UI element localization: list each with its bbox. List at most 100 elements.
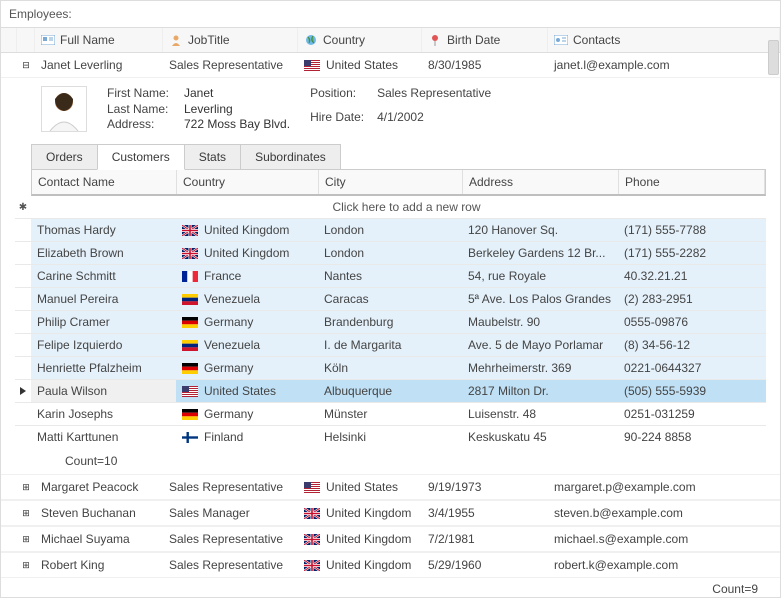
cell-contact: Matti Karttunen	[31, 426, 176, 448]
row-indicator	[15, 242, 31, 264]
col-jobtitle[interactable]: JobTitle	[163, 28, 298, 52]
sub-col-city[interactable]: City	[319, 170, 463, 194]
employee-photo	[41, 86, 87, 132]
cell-phone: (505) 555-5939	[618, 380, 766, 402]
row-indicator	[15, 265, 31, 287]
cell-jobtitle: Sales Representative	[163, 475, 298, 499]
cell-country: United Kingdom	[298, 501, 422, 525]
cell-jobtitle: Sales Representative	[163, 53, 298, 77]
employee-row[interactable]: ⊞Michael SuyamaSales RepresentativeUnite…	[1, 526, 780, 552]
de-flag-icon	[182, 317, 198, 328]
row-indicator	[15, 357, 31, 379]
tab-stats[interactable]: Stats	[184, 144, 241, 170]
employee-row[interactable]: ⊞Steven BuchananSales ManagerUnited King…	[1, 500, 780, 526]
cell-contacts: margaret.p@example.com	[548, 475, 780, 499]
title-label: Employees:	[1, 1, 780, 27]
detail-tabs: Orders Customers Stats Subordinates	[31, 144, 780, 170]
cell-city: Münster	[318, 403, 462, 425]
cell-contacts: steven.b@example.com	[548, 501, 780, 525]
cell-contacts: janet.l@example.com	[548, 53, 780, 77]
row-indicator	[15, 288, 31, 310]
cell-country: Germany	[176, 403, 318, 425]
us-flag-icon	[304, 482, 320, 493]
customer-row[interactable]: Thomas HardyUnited KingdomLondon120 Hano…	[15, 218, 766, 241]
expand-icon[interactable]: ⊞	[17, 482, 35, 493]
col-birthdate-label: Birth Date	[447, 33, 500, 47]
col-birthdate[interactable]: Birth Date	[422, 28, 548, 52]
cell-address: Keskuskatu 45	[462, 426, 618, 448]
cell-country: United Kingdom	[176, 242, 318, 264]
cell-contacts: robert.k@example.com	[548, 553, 780, 577]
lastname-value: Leverling	[184, 102, 290, 117]
collapse-icon[interactable]: ⊟	[17, 60, 35, 71]
customer-row[interactable]: Paula WilsonUnited StatesAlbuquerque2817…	[15, 379, 766, 402]
customer-row[interactable]: Elizabeth BrownUnited KingdomLondonBerke…	[15, 241, 766, 264]
sub-col-address[interactable]: Address	[463, 170, 619, 194]
employee-row-expanded[interactable]: ⊟ Janet Leverling Sales Representative U…	[1, 53, 780, 78]
customer-row[interactable]: Felipe IzquierdoVenezuelaI. de Margarita…	[15, 333, 766, 356]
customers-grid-header: Contact Name Country City Address Phone	[31, 169, 766, 196]
cell-birthdate: 7/2/1981	[422, 527, 548, 551]
sub-col-phone[interactable]: Phone	[619, 170, 765, 194]
cell-fullname: Robert King	[35, 553, 163, 577]
cell-phone: 0555-09876	[618, 311, 766, 333]
tab-subordinates[interactable]: Subordinates	[240, 144, 341, 170]
tab-customers[interactable]: Customers	[97, 144, 185, 170]
customer-row[interactable]: Matti KarttunenFinlandHelsinkiKeskuskatu…	[15, 425, 766, 448]
col-contacts[interactable]: Contacts	[548, 28, 780, 52]
cell-city: Caracas	[318, 288, 462, 310]
vertical-scrollbar[interactable]	[768, 40, 779, 75]
cell-contact: Paula Wilson	[31, 380, 176, 402]
customer-row[interactable]: Karin JosephsGermanyMünsterLuisenstr. 48…	[15, 402, 766, 425]
cell-jobtitle: Sales Representative	[163, 553, 298, 577]
cell-city: Helsinki	[318, 426, 462, 448]
cell-contact: Elizabeth Brown	[31, 242, 176, 264]
tab-orders[interactable]: Orders	[31, 144, 98, 170]
cell-address: Maubelstr. 90	[462, 311, 618, 333]
cell-country: Venezuela	[176, 334, 318, 356]
cell-city: I. de Margarita	[318, 334, 462, 356]
employee-row[interactable]: ⊞Margaret PeacockSales RepresentativeUni…	[1, 474, 780, 500]
cell-fullname: Michael Suyama	[35, 527, 163, 551]
sub-col-contact[interactable]: Contact Name	[32, 170, 177, 194]
uk-flag-icon	[304, 534, 320, 545]
cell-birthdate: 5/29/1960	[422, 553, 548, 577]
expand-icon[interactable]: ⊞	[17, 534, 35, 545]
col-country[interactable]: Country	[298, 28, 422, 52]
uk-flag-icon	[304, 560, 320, 571]
employee-row[interactable]: ⊞Robert KingSales RepresentativeUnited K…	[1, 552, 780, 578]
cell-fullname: Janet Leverling	[35, 53, 163, 77]
employee-count: Count=9	[1, 578, 780, 596]
fi-flag-icon	[182, 432, 198, 443]
cell-address: 5ª Ave. Los Palos Grandes	[462, 288, 618, 310]
cell-address: Mehrheimerstr. 369	[462, 357, 618, 379]
col-jobtitle-label: JobTitle	[188, 33, 230, 47]
cell-fullname: Margaret Peacock	[35, 475, 163, 499]
cell-city: London	[318, 219, 462, 241]
pin-icon	[428, 33, 442, 47]
col-contacts-label: Contacts	[573, 33, 620, 47]
customer-row[interactable]: Manuel PereiraVenezuelaCaracas5ª Ave. Lo…	[15, 287, 766, 310]
col-fullname[interactable]: Full Name	[35, 28, 163, 52]
sub-col-country[interactable]: Country	[177, 170, 319, 194]
address-label: Address:	[107, 117, 182, 132]
expand-icon[interactable]: ⊞	[17, 508, 35, 519]
cell-birthdate: 9/19/1973	[422, 475, 548, 499]
cell-address: Berkeley Gardens 12 Br...	[462, 242, 618, 264]
cell-contact: Henriette Pfalzheim	[31, 357, 176, 379]
globe-icon	[304, 33, 318, 47]
customer-row[interactable]: Philip CramerGermanyBrandenburgMaubelstr…	[15, 310, 766, 333]
add-row-text: Click here to add a new row	[47, 196, 766, 218]
main-grid-header: Full Name JobTitle Country Birth Date Co…	[1, 27, 780, 53]
expand-icon[interactable]: ⊞	[17, 560, 35, 571]
cell-phone: 40.32.21.21	[618, 265, 766, 287]
cell-country: France	[176, 265, 318, 287]
cell-country: United Kingdom	[176, 219, 318, 241]
employee-detail-panel: First Name:Janet Last Name:Leverling Add…	[1, 78, 780, 138]
add-new-row[interactable]: ✱ Click here to add a new row	[15, 196, 766, 218]
customer-row[interactable]: Carine SchmittFranceNantes54, rue Royale…	[15, 264, 766, 287]
cell-address: 120 Hanover Sq.	[462, 219, 618, 241]
cell-phone: 0251-031259	[618, 403, 766, 425]
firstname-label: First Name:	[107, 86, 182, 101]
customer-row[interactable]: Henriette PfalzheimGermanyKölnMehrheimer…	[15, 356, 766, 379]
